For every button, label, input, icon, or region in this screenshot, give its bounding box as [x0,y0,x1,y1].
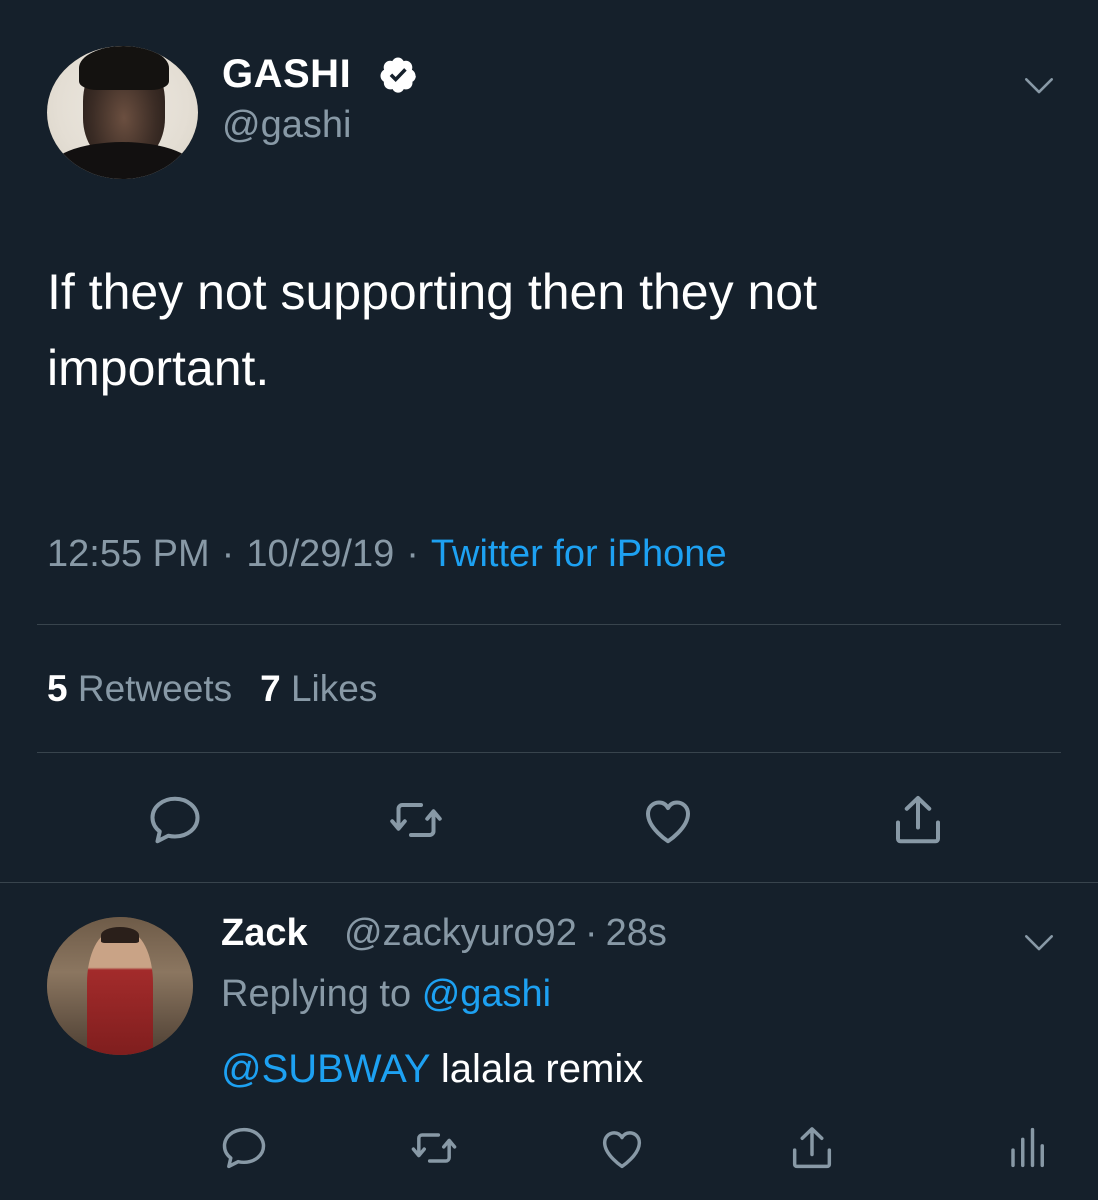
meta-separator: · [221,533,235,575]
tweet-text: If they not supporting then they not imp… [47,264,817,396]
reply-body: lalala remix [440,1047,644,1091]
chevron-down-icon[interactable] [1022,68,1056,102]
divider [0,882,1098,883]
reply-meta: @zackyuro92 · 28s [344,912,667,955]
divider [37,624,1061,625]
share-icon[interactable] [888,790,948,850]
reply-bubble-icon[interactable] [218,1122,270,1174]
heart-icon[interactable] [638,790,698,850]
author-name[interactable]: GASHI [222,52,351,97]
reply-author-name[interactable]: Zack [221,912,308,955]
meta-separator: · [584,912,598,954]
heart-icon[interactable] [596,1122,648,1174]
likes-stat[interactable]: 7 Likes [260,668,377,709]
retweet-icon[interactable] [408,1122,460,1174]
replying-to-label: Replying to [221,973,412,1015]
likes-label: Likes [290,668,378,709]
tweet-meta: 12:55 PM · 10/29/19 · Twitter for iPhone [47,533,727,576]
reply-bubble-icon[interactable] [145,790,205,850]
meta-separator: · [406,533,419,575]
replying-to-link[interactable]: @gashi [422,973,551,1015]
author-handle[interactable]: @gashi [222,104,351,147]
analytics-icon[interactable] [1000,1122,1052,1174]
chevron-down-icon[interactable] [1022,925,1056,959]
tweet-stats: 5 Retweets 7 Likes [47,668,377,710]
retweets-label: Retweets [77,668,233,709]
share-icon[interactable] [786,1122,838,1174]
likes-count: 7 [260,668,281,709]
tweet-time: 12:55 PM [47,533,210,575]
verified-badge-icon [380,57,416,93]
tweet-source-link[interactable]: Twitter for iPhone [431,533,727,575]
replying-to-line: Replying to @gashi [221,973,551,1016]
mention-link[interactable]: @SUBWAY [221,1047,430,1091]
reply-author-avatar[interactable] [47,917,193,1055]
author-avatar[interactable] [47,46,198,179]
reply-age: 28s [605,912,667,954]
reply-text: @SUBWAY lalala remix [221,1047,643,1092]
tweet-date: 10/29/19 [246,533,395,575]
retweets-count: 5 [47,668,68,709]
divider [37,752,1061,753]
retweets-stat[interactable]: 5 Retweets [47,668,232,709]
reply-author-handle[interactable]: @zackyuro92 [344,912,577,954]
retweet-icon[interactable] [386,790,446,850]
